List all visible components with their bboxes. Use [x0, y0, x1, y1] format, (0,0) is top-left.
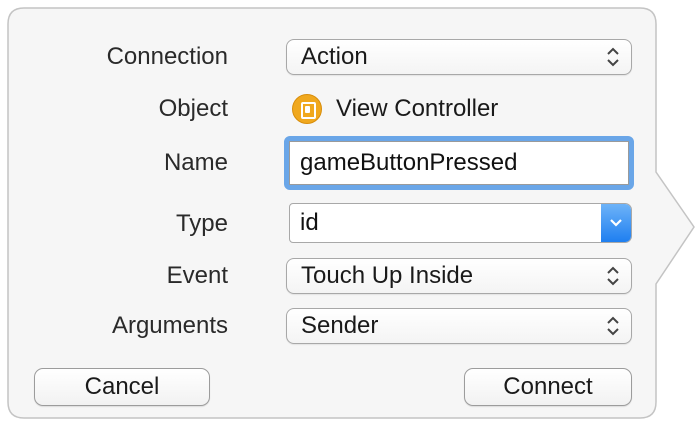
connection-popup[interactable]: Action: [286, 39, 632, 75]
event-label: Event: [166, 262, 228, 289]
type-input[interactable]: [290, 204, 600, 241]
connection-value: Action: [301, 43, 368, 70]
connection-label: Connection: [106, 43, 228, 70]
type-label: Type: [175, 210, 228, 237]
object-label: Object: [158, 95, 228, 122]
name-label: Name: [163, 149, 228, 176]
up-down-chevron-icon: [607, 47, 619, 67]
event-popup[interactable]: Touch Up Inside: [286, 258, 632, 294]
name-field-focus-ring: [284, 136, 634, 190]
cancel-button[interactable]: Cancel: [34, 368, 210, 406]
name-field[interactable]: [289, 141, 629, 185]
chevron-down-icon: [610, 219, 622, 227]
type-combo-box: [289, 203, 632, 243]
arguments-value: Sender: [301, 312, 379, 339]
event-value: Touch Up Inside: [301, 262, 474, 289]
object-value: View Controller: [336, 95, 499, 122]
type-dropdown-button[interactable]: [601, 204, 631, 242]
arguments-popup[interactable]: Sender: [286, 308, 632, 344]
up-down-chevron-icon: [607, 316, 619, 336]
up-down-chevron-icon: [607, 266, 619, 286]
view-controller-icon: [292, 94, 322, 124]
arguments-label: Arguments: [111, 312, 228, 339]
connect-button[interactable]: Connect: [464, 368, 632, 406]
